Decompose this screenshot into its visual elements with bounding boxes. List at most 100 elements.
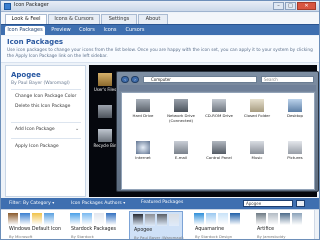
recycle-bin-icon bbox=[98, 129, 112, 142]
close-button[interactable]: ✕ bbox=[297, 2, 316, 10]
list-item[interactable]: Desktop bbox=[276, 97, 314, 129]
thumbnail-icon bbox=[218, 213, 228, 225]
package-gallery: Windows Default Icon By Microsoft Stardock… bbox=[1, 209, 319, 240]
package-name: Apogee bbox=[11, 71, 41, 79]
tab-colors[interactable]: Colors bbox=[77, 26, 97, 35]
thumbnail-icon bbox=[206, 213, 216, 225]
gallery-item-name: Artifice bbox=[257, 227, 275, 232]
item-label: Closed Folder bbox=[243, 113, 271, 118]
list-item[interactable]: Control Panel bbox=[200, 139, 238, 171]
divider bbox=[11, 89, 81, 90]
menu-icons-cursors[interactable]: Icons & Cursors bbox=[48, 14, 100, 24]
user-files-icon bbox=[98, 73, 112, 86]
list-item[interactable]: Internet bbox=[124, 139, 162, 171]
gallery-item[interactable]: Windows Default Icon By Microsoft bbox=[5, 211, 61, 239]
forward-icon[interactable]: › bbox=[131, 76, 139, 83]
email-icon bbox=[174, 141, 188, 154]
thumbnail-icon bbox=[230, 213, 240, 225]
menu-look-and-feel[interactable]: Look & Feel bbox=[5, 14, 47, 24]
item-label: Music bbox=[251, 155, 263, 160]
gallery-toolbar: Filter: By Category ▾ Icon Packages Auth… bbox=[1, 198, 319, 209]
menu-about[interactable]: About bbox=[138, 14, 168, 24]
apply-package-link[interactable]: Apply Icon Package bbox=[15, 144, 59, 149]
gallery-item[interactable]: Artifice By Jamestuddy bbox=[253, 211, 307, 239]
computer-icon bbox=[98, 105, 112, 118]
item-label: CD-ROM Drive bbox=[205, 113, 233, 118]
list-item[interactable]: Closed Folder bbox=[238, 97, 276, 129]
address-bar[interactable]: Computer bbox=[143, 76, 257, 83]
back-icon[interactable]: ‹ bbox=[121, 76, 129, 83]
filter-dropdown[interactable]: Filter: By Category ▾ bbox=[9, 200, 54, 206]
thumbnail-icon bbox=[20, 213, 30, 225]
thumbnail-icon bbox=[70, 213, 80, 225]
gallery-item[interactable]: Aquamarine By Stardock Design bbox=[191, 211, 245, 239]
desktop-label: Recycle Bin bbox=[93, 143, 117, 148]
tab-cursors[interactable]: Cursors bbox=[123, 26, 147, 35]
chevron-down-icon: ▾ bbox=[123, 200, 126, 205]
list-item[interactable]: CD-ROM Drive bbox=[200, 97, 238, 129]
package-thumbnail bbox=[256, 213, 304, 226]
minimize-button[interactable]: – bbox=[273, 2, 284, 10]
add-package-link[interactable]: Add Icon Package bbox=[15, 127, 55, 132]
explorer-window: ‹ › Computer Search Hard Drive Network D… bbox=[116, 71, 319, 192]
list-item[interactable]: Hard Drive bbox=[124, 97, 162, 129]
item-label: Hard Drive bbox=[132, 113, 154, 118]
authors-dropdown[interactable]: Icon Packages Authors ▾ bbox=[71, 200, 125, 206]
thumbnail-icon bbox=[145, 214, 155, 226]
page-description: Use icon packages to change your icons f… bbox=[7, 48, 313, 59]
gallery-item-author: By Jamestuddy bbox=[257, 234, 286, 239]
pictures-icon bbox=[288, 141, 302, 154]
gallery-item-name: Stardock Packages bbox=[71, 227, 117, 232]
thumbnail-icon bbox=[32, 213, 42, 225]
package-author: By Paul Bayer (Waromagl) bbox=[11, 81, 70, 86]
list-item[interactable]: Network Drive (Connected) bbox=[162, 97, 200, 129]
search-input[interactable]: Search bbox=[261, 76, 314, 83]
featured-link[interactable]: Featured Packages bbox=[141, 200, 183, 205]
search-icon[interactable] bbox=[296, 200, 305, 207]
gallery-item-name: Apogee bbox=[134, 228, 153, 233]
title-bar: Icon Packager – □ ✕ bbox=[1, 1, 319, 12]
list-item[interactable]: Pictures bbox=[276, 139, 314, 171]
menu-settings[interactable]: Settings bbox=[101, 14, 137, 24]
cd-rom-icon bbox=[212, 99, 226, 112]
app-icon bbox=[4, 3, 11, 10]
folder-icon bbox=[250, 99, 264, 112]
item-label: E-mail bbox=[174, 155, 188, 160]
package-thumbnail bbox=[133, 214, 181, 227]
package-thumbnail bbox=[8, 213, 56, 226]
tab-icons[interactable]: Icons bbox=[101, 26, 119, 35]
thumbnail-icon bbox=[133, 214, 143, 226]
gallery-item[interactable]: Apogee By Paul Bayer (Waromagl) bbox=[129, 211, 184, 240]
filter-label: Filter: By Category bbox=[9, 201, 51, 206]
hard-drive-icon bbox=[136, 99, 150, 112]
maximize-button[interactable]: □ bbox=[285, 2, 296, 10]
thumbnail-icon bbox=[268, 213, 278, 225]
tab-icon-packages[interactable]: Icon Packages bbox=[5, 26, 45, 35]
gallery-item-author: By Paul Bayer (Waromagl) bbox=[134, 235, 184, 240]
chevron-down-icon[interactable]: ⌄ bbox=[75, 126, 79, 132]
main-menu: Look & Feel Icons & Cursors Settings Abo… bbox=[1, 13, 319, 24]
sub-tabs: Icon Packages Preview Colors Icons Curso… bbox=[1, 24, 319, 35]
authors-label: Icon Packages Authors bbox=[71, 201, 122, 206]
desktop-label: User's Files bbox=[93, 87, 117, 92]
gallery-item[interactable]: Stardock Packages By Stardock bbox=[67, 211, 121, 239]
thumbnail-icon bbox=[292, 213, 302, 225]
explorer-toolbar bbox=[119, 85, 316, 91]
app-window: Icon Packager – □ ✕ Look & Feel Icons & … bbox=[0, 0, 320, 240]
thumbnail-icon bbox=[82, 213, 92, 225]
gallery-scrollbar[interactable] bbox=[314, 210, 319, 239]
divider bbox=[11, 122, 81, 123]
delete-package-link[interactable]: Delete this Icon Package bbox=[15, 104, 70, 109]
change-color-link[interactable]: Change Icon Package Color bbox=[15, 94, 76, 99]
tab-preview[interactable]: Preview bbox=[49, 26, 73, 35]
page-header: Icon Packages Use icon packages to chang… bbox=[1, 36, 319, 63]
music-icon bbox=[250, 141, 264, 154]
gallery-item-name: Aquamarine bbox=[195, 227, 225, 232]
gallery-item-author: By Stardock bbox=[71, 234, 94, 239]
list-item[interactable]: E-mail bbox=[162, 139, 200, 171]
package-search-input[interactable]: Apogee bbox=[243, 200, 293, 207]
list-item[interactable]: Music bbox=[238, 139, 276, 171]
package-thumbnail bbox=[70, 213, 118, 226]
thumbnail-icon bbox=[280, 213, 290, 225]
chevron-down-icon: ▾ bbox=[52, 200, 55, 205]
